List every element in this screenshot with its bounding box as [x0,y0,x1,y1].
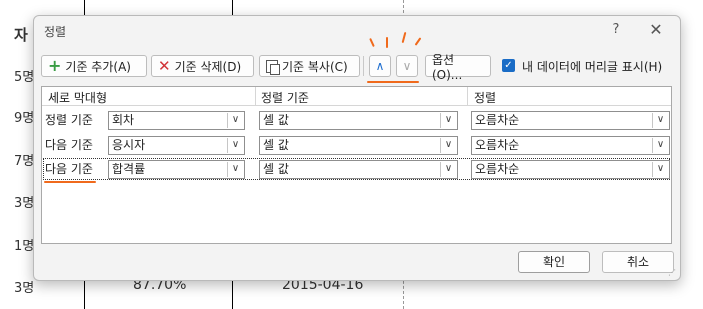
delete-level-button[interactable]: ✕ 기준 삭제(D) [151,55,254,77]
chevron-up-icon: ∧ [375,59,385,73]
row-label: 7명 [14,154,35,169]
copy-icon [266,59,280,75]
column-select[interactable]: 합격률 ∨ [108,160,245,179]
annotation-underline [44,181,96,183]
header-separator [467,87,468,105]
add-level-button[interactable]: + 기준 추가(A) [41,55,147,77]
copy-level-button[interactable]: 기준 복사(C) [259,55,360,77]
cancel-button[interactable]: 취소 [602,251,674,273]
move-down-button[interactable]: ∨ [396,55,418,77]
row-label: 9명 [14,111,35,126]
sort-on-select[interactable]: 셀 값 ∨ [259,111,458,130]
order-select[interactable]: 오름차순 ∨ [471,111,670,130]
resize-grip-icon[interactable]: ⋰ [668,268,676,277]
row-label: 5명 [14,70,35,85]
sort-on-value: 셀 값 [263,138,289,152]
delete-level-label: 기준 삭제(D) [174,59,242,74]
options-button[interactable]: 옵션(O)... [425,53,491,82]
header-column: 세로 막대형 [48,91,108,105]
plus-icon: + [48,56,62,75]
row-label: 1명 [14,239,35,254]
header-divider [42,105,671,106]
chevron-down-icon[interactable]: ∨ [652,162,668,177]
row-label: 3명 [14,196,35,211]
copy-level-label: 기준 복사(C) [282,59,348,74]
chevron-down-icon[interactable]: ∨ [652,113,668,128]
chevron-down-icon[interactable]: ∨ [227,138,243,153]
sort-on-select[interactable]: 셀 값 ∨ [259,160,458,179]
sort-on-value: 셀 값 [263,162,289,176]
toolbar-separator [363,56,364,76]
has-header-label[interactable]: 내 데이터에 머리글 표시(H) [522,58,662,75]
ok-button[interactable]: 확인 [518,251,590,273]
chevron-down-icon: ∨ [402,59,412,73]
sort-on-select[interactable]: 셀 값 ∨ [259,136,458,155]
annotation-underline [367,81,419,83]
row-label-then-by: 다음 기준 [45,162,93,176]
header-order: 정렬 [474,91,497,105]
annotation-stroke [386,37,388,48]
header-sort-on: 정렬 기준 [261,91,309,105]
sort-levels-grid: 세로 막대형 정렬 기준 정렬 정렬 기준 회차 ∨ 셀 값 ∨ 오름차순 ∨ … [41,86,672,244]
row-label-then-by: 다음 기준 [45,138,93,152]
chevron-down-icon[interactable]: ∨ [652,138,668,153]
order-value: 오름차순 [475,113,520,127]
move-up-button[interactable]: ∧ [369,55,391,77]
column-select-value: 응시자 [112,138,146,152]
row-label-sort-by: 정렬 기준 [45,113,93,127]
chevron-down-icon[interactable]: ∨ [227,162,243,177]
order-value: 오름차순 [475,138,520,152]
row-label: 3명 [14,281,35,296]
order-value: 오름차순 [475,162,520,176]
chevron-down-icon[interactable]: ∨ [227,113,243,128]
order-select[interactable]: 오름차순 ∨ [471,160,670,179]
delete-x-icon: ✕ [158,57,171,75]
column-select-value: 회차 [112,113,135,127]
dialog-title: 정렬 [44,25,67,39]
add-level-label: 기준 추가(A) [65,59,131,74]
order-select[interactable]: 오름차순 ∨ [471,136,670,155]
column-select-value: 합격률 [112,162,146,176]
column-select[interactable]: 응시자 ∨ [108,136,245,155]
header-separator [255,87,256,105]
chevron-down-icon[interactable]: ∨ [440,113,456,128]
close-button[interactable]: ✕ [644,20,668,40]
has-header-checkbox[interactable]: ✓ [502,59,515,72]
chevron-down-icon[interactable]: ∨ [440,138,456,153]
row-label: 자 [14,26,28,44]
help-button[interactable]: ? [606,20,626,40]
sort-on-value: 셀 값 [263,113,289,127]
column-select[interactable]: 회차 ∨ [108,111,245,130]
chevron-down-icon[interactable]: ∨ [440,162,456,177]
sort-dialog: 정렬 ? ✕ + 기준 추가(A) ✕ 기준 삭제(D) 기준 복사(C) ∧ … [33,15,681,281]
